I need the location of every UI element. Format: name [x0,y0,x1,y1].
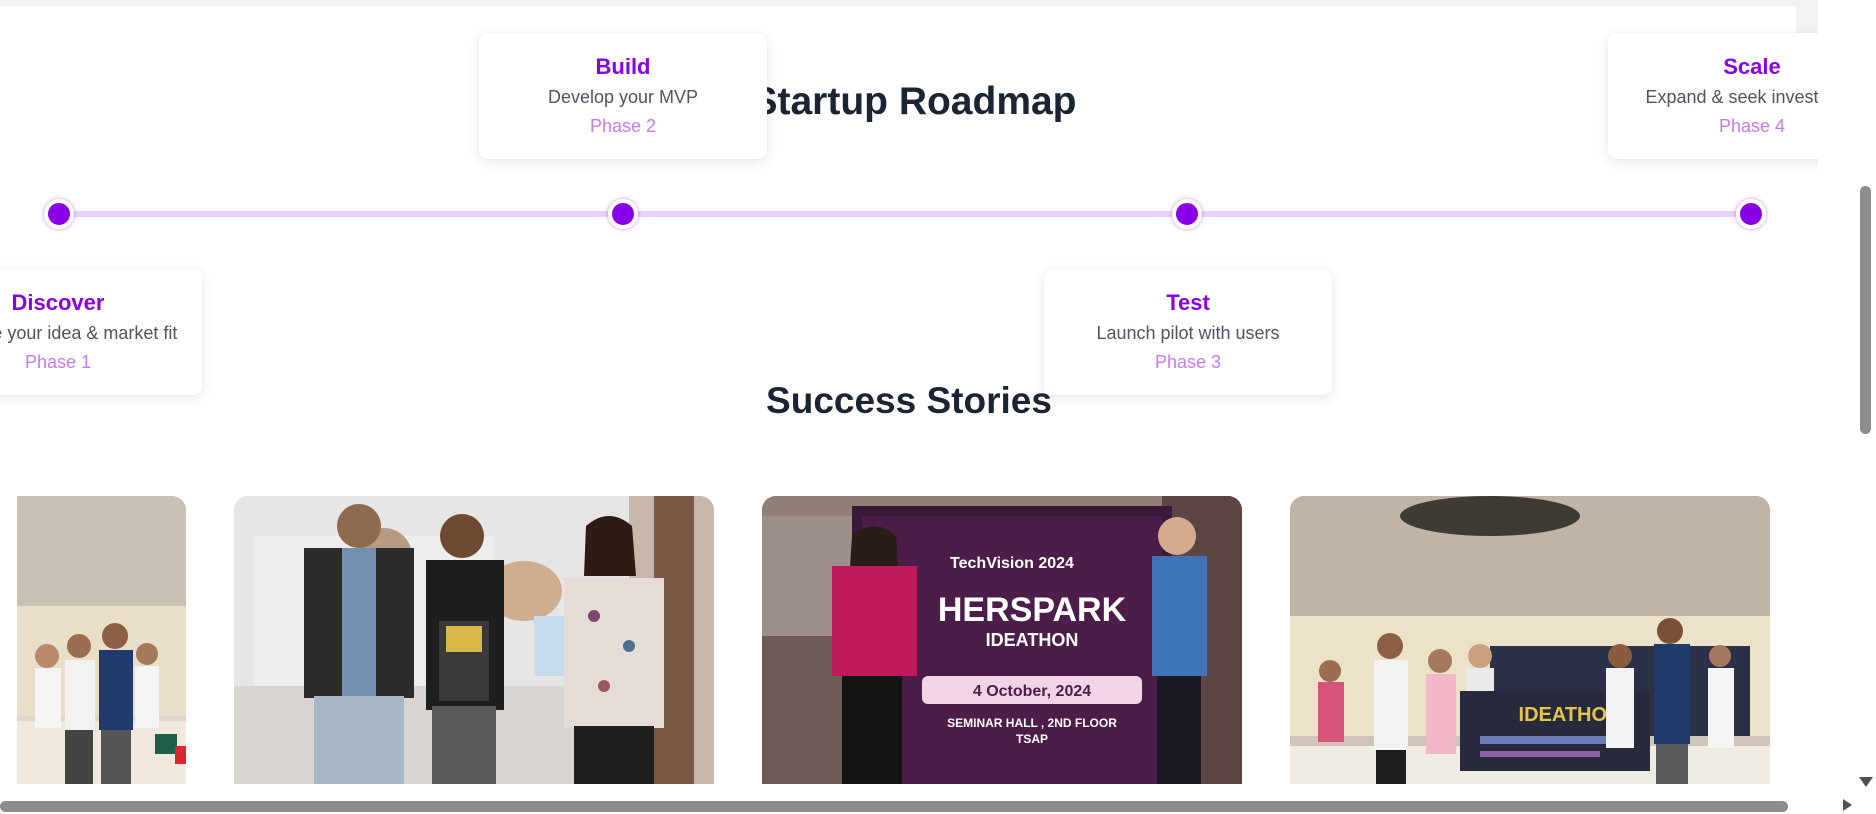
roadmap-card-build[interactable]: Build Develop your MVP Phase 2 [479,33,767,159]
banner-line: HERSPARK [938,591,1127,629]
roadmap-dot-phase-2[interactable] [608,199,638,229]
banner-line: IDEATHON [986,630,1079,650]
card-title: Scale [1723,54,1781,79]
card-phase: Phase 3 [1154,352,1222,372]
success-stories-title: Success Stories [766,380,1052,421]
card-phase: Phase 1 [24,352,92,372]
vertical-scroll-thumb[interactable] [1860,186,1871,434]
event-photo-image: TechVision 2024 HERSPARK IDEATHON 4 Octo… [762,496,1242,784]
roadmap-card-test[interactable]: Test Launch pilot with users Phase 3 [1044,269,1332,395]
horizontal-scroll-thumb[interactable] [0,801,1788,812]
roadmap-dot-phase-3[interactable] [1172,199,1202,229]
card-description: Launch pilot with users [1096,323,1280,343]
event-photo-image: IDEATHON [1290,496,1770,784]
top-divider [0,0,1818,40]
scroll-right-arrow-icon[interactable] [1843,799,1852,811]
card-title: Test [1166,290,1210,315]
event-photo-image [234,496,714,784]
card-phase: Phase 2 [589,116,657,136]
banner-line: SEMINAR HALL , 2ND FLOOR [947,716,1117,730]
scroll-down-arrow-icon[interactable] [1859,777,1873,787]
roadmap-dot-phase-1[interactable] [44,199,74,229]
card-title: Build [595,54,651,79]
card-description: Validate your idea & market fit [0,323,178,343]
roadmap-title: Startup Roadmap [751,80,1077,123]
roadmap-dot-phase-4[interactable] [1736,199,1766,229]
vertical-scrollbar[interactable] [1858,0,1876,796]
banner-line: 4 October, 2024 [973,683,1091,700]
roadmap-card-discover[interactable]: Discover Validate your idea & market fit… [0,269,202,395]
roadmap-track [58,211,1752,217]
event-photo-image [17,496,186,784]
card-title: Discover [11,290,105,315]
card-phase: Phase 4 [1718,116,1786,136]
roadmap-card-scale[interactable]: Scale Expand & seek investment Phase 4 [1608,33,1818,159]
card-description: Expand & seek investment [1645,87,1818,107]
page-viewport: Startup Roadmap Discover Validate your i… [0,0,1818,796]
success-story-photo-3[interactable]: TechVision 2024 HERSPARK IDEATHON 4 Octo… [762,496,1242,784]
success-story-photo-4[interactable]: IDEATHON [1290,496,1770,784]
banner-line: TechVision 2024 [950,555,1074,572]
success-story-photo-1[interactable] [17,496,186,784]
success-story-photo-2[interactable] [234,496,714,784]
horizontal-scrollbar[interactable] [0,796,1876,814]
banner-line: TSAP [1016,732,1048,746]
card-description: Develop your MVP [547,87,699,107]
